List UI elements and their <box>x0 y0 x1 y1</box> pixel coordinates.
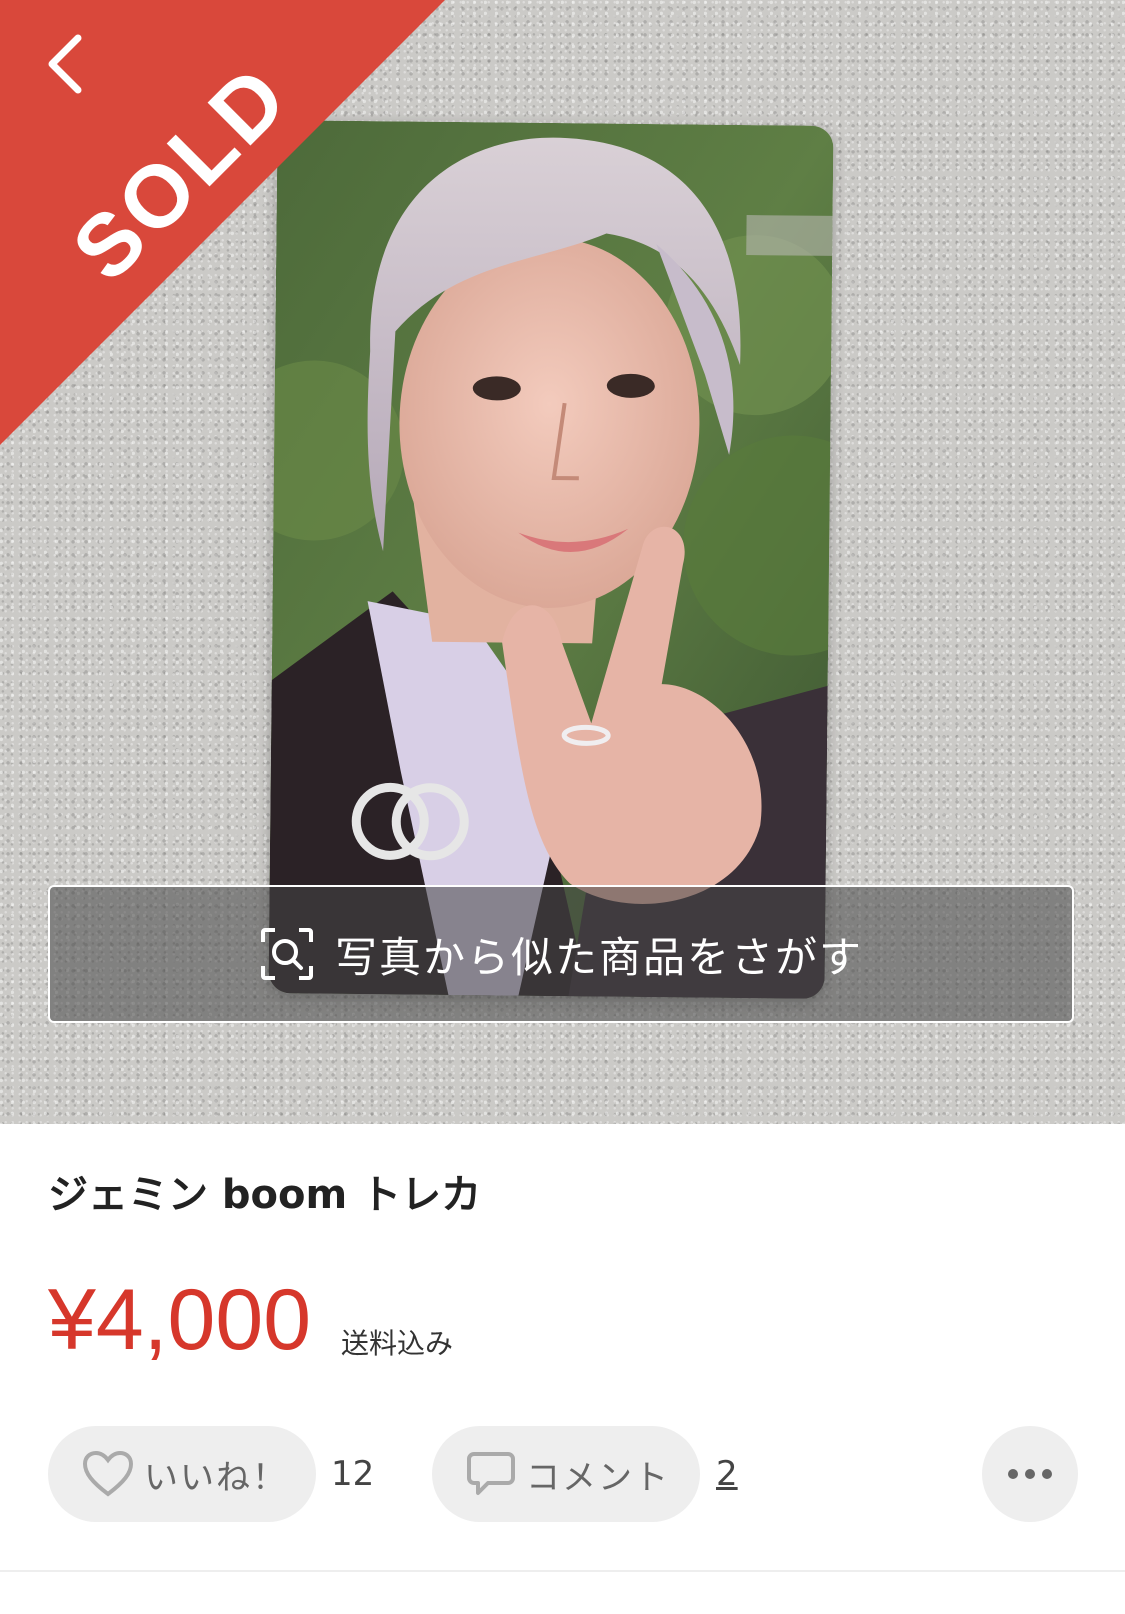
chevron-left-icon <box>48 34 82 94</box>
back-button[interactable] <box>24 24 104 104</box>
image-search-icon <box>260 928 313 980</box>
like-count: 12 <box>331 1454 375 1494</box>
item-title: ジェミン boom トレカ <box>48 1172 482 1218</box>
item-price: ¥4,000 <box>48 1272 312 1368</box>
comment-label: コメント <box>526 1457 670 1498</box>
photo-search-label: 写真から似た商品をさがす <box>334 932 863 982</box>
comment-count-link[interactable]: 2 <box>716 1426 738 1522</box>
more-dots-icon <box>1008 1469 1052 1479</box>
photo-search-button[interactable]: 写真から似た商品をさがす <box>48 885 1074 1023</box>
like-button[interactable]: いいね！ <box>48 1426 316 1522</box>
shipping-note: 送料込み <box>341 1327 454 1360</box>
comment-button[interactable]: コメント <box>432 1426 700 1522</box>
section-divider <box>0 1570 1125 1572</box>
photocard-image <box>268 120 834 999</box>
action-bar: いいね！ 12 コメント 2 <box>0 1426 1125 1522</box>
like-label: いいね！ <box>144 1457 288 1498</box>
heart-icon <box>82 1450 134 1497</box>
product-image[interactable]: SOLD 写真から似た商品をさがす <box>0 0 1125 1124</box>
comment-icon <box>467 1452 515 1495</box>
more-options-button[interactable] <box>982 1426 1078 1522</box>
price-row: ¥4,000 送料込み <box>48 1272 453 1368</box>
